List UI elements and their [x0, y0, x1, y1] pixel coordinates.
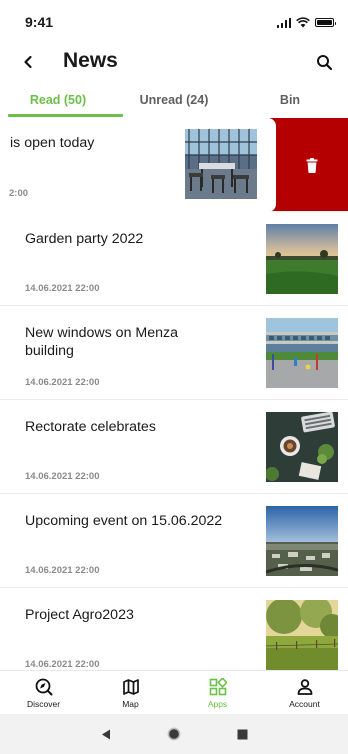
news-date: 14.06.2021 22:00 — [25, 659, 100, 670]
news-thumbnail-desk — [266, 412, 338, 482]
system-recents-button[interactable] — [234, 726, 250, 742]
nav-label: Map — [122, 699, 139, 709]
system-nav-bar — [0, 714, 348, 754]
tab-bar: Read (50) Unread (24) Bin — [0, 84, 348, 118]
list-item[interactable]: Garden party 2022 14.06.2021 22:00 — [0, 212, 348, 306]
active-tab-indicator — [8, 114, 123, 117]
map-icon — [121, 677, 141, 697]
delete-action-button[interactable] — [276, 118, 348, 212]
news-date: 14.06.2021 22:00 — [25, 377, 100, 388]
battery-icon — [315, 18, 336, 27]
list-item-swiped[interactable]: is open today 2:00 — [0, 118, 276, 212]
nav-label: Discover — [26, 699, 61, 709]
news-date: 2:00 — [9, 188, 29, 199]
status-bar: 9:41 — [0, 0, 348, 44]
account-icon — [295, 677, 315, 697]
swiped-news-row: is open today 2:00 — [0, 118, 348, 212]
news-date: 14.06.2021 22:00 — [25, 565, 100, 576]
news-title: is open today — [10, 135, 95, 151]
status-icons — [276, 17, 336, 28]
back-button[interactable] — [16, 50, 40, 74]
trash-icon — [306, 157, 318, 173]
circle-home-icon — [167, 727, 181, 741]
nav-apps[interactable]: Apps — [174, 671, 261, 714]
bottom-nav: Discover Map Apps Account — [0, 670, 348, 714]
list-item[interactable]: New windows on Menza building 14.06.2021… — [0, 306, 348, 400]
list-item[interactable]: Project Agro2023 14.06.2021 22:00 — [0, 588, 348, 670]
page-title: News — [63, 49, 118, 72]
chevron-left-icon — [24, 55, 32, 69]
apps-icon — [208, 677, 228, 697]
triangle-back-icon — [102, 729, 110, 739]
news-thumbnail-building — [266, 318, 338, 388]
nav-label: Apps — [207, 699, 228, 709]
tab-unread[interactable]: Unread (24) — [116, 84, 232, 118]
list-item[interactable]: Upcoming event on 15.06.2022 14.06.2021 … — [0, 494, 348, 588]
nav-map[interactable]: Map — [87, 671, 174, 714]
news-date: 14.06.2021 22:00 — [25, 471, 100, 482]
news-date: 14.06.2021 22:00 — [25, 283, 100, 294]
news-thumbnail-cafe — [185, 129, 257, 199]
news-title: Upcoming event on 15.06.2022 — [25, 513, 223, 529]
signal-icon — [276, 17, 291, 28]
search-icon — [316, 54, 332, 70]
nav-label: Account — [289, 699, 320, 709]
square-recents-icon — [237, 729, 247, 739]
system-back-button[interactable] — [98, 726, 114, 742]
news-title: Project Agro2023 — [25, 607, 134, 623]
news-title: Garden party 2022 — [25, 231, 144, 247]
search-button[interactable] — [312, 50, 336, 74]
news-title: New windows on Menza building — [25, 325, 178, 359]
wifi-icon — [296, 17, 310, 28]
news-thumbnail-aerial — [266, 506, 338, 576]
list-item[interactable]: Rectorate celebrates 14.06.2021 22:00 — [0, 400, 348, 494]
nav-account[interactable]: Account — [261, 671, 348, 714]
system-home-button[interactable] — [166, 726, 182, 742]
status-time: 9:41 — [25, 14, 54, 30]
news-list[interactable]: is open today 2:00 Garden party 2022 14.… — [0, 118, 348, 670]
news-thumbnail-meadow — [266, 600, 338, 670]
tab-bin[interactable]: Bin — [232, 84, 348, 118]
header: News — [0, 44, 348, 80]
news-title: Rectorate celebrates — [25, 419, 156, 435]
news-thumbnail-field — [266, 224, 338, 294]
nav-discover[interactable]: Discover — [0, 671, 87, 714]
tab-read[interactable]: Read (50) — [0, 84, 116, 118]
discover-icon — [34, 677, 54, 697]
